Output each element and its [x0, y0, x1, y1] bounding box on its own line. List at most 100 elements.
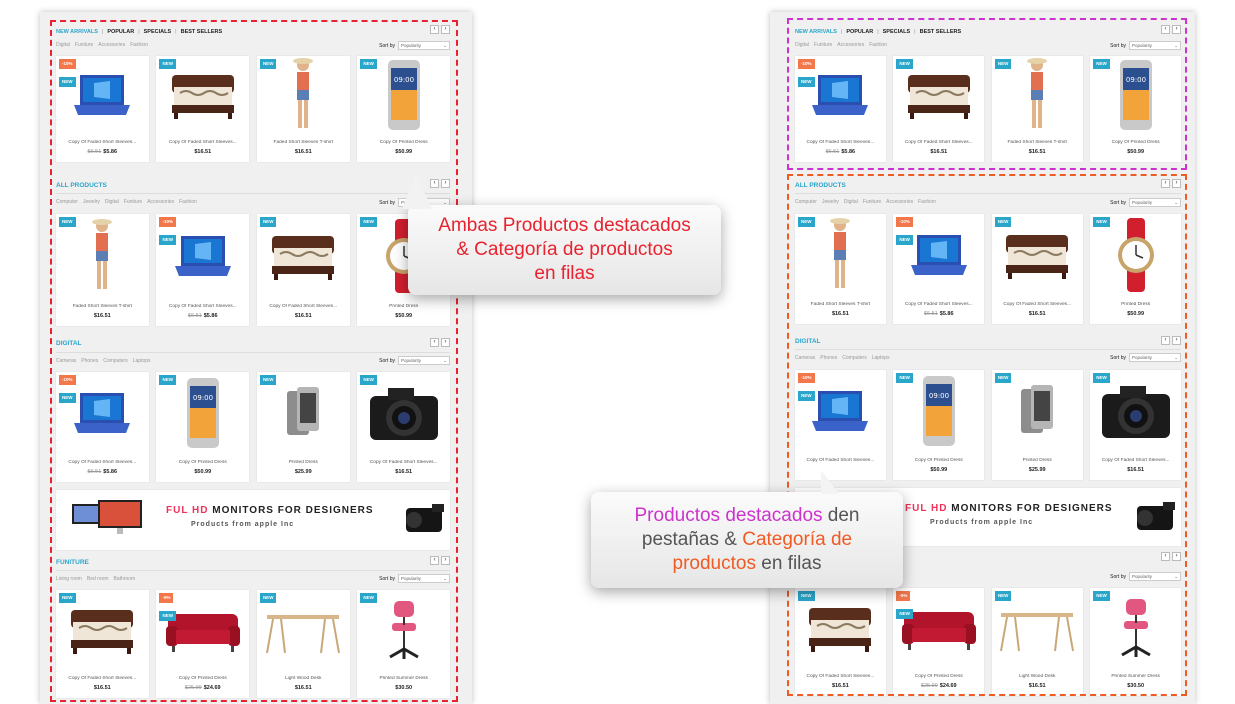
- product-name[interactable]: Copy Of Faded Short Sleeves...: [56, 676, 149, 681]
- product-card[interactable]: NEW Faded Short Sleeves T-shirt $16.51: [256, 56, 350, 162]
- prev-arrow-icon[interactable]: ‹: [1161, 25, 1170, 34]
- product-card[interactable]: -5% NEW Copy Of Printed Dress $25.99 $24.69: [893, 588, 985, 696]
- category-link[interactable]: Computers: [103, 358, 127, 364]
- next-arrow-icon[interactable]: ›: [1172, 552, 1181, 561]
- tab-specials[interactable]: SPECIALS: [883, 29, 911, 35]
- product-card[interactable]: NEW Printed Dress $50.99: [1090, 214, 1181, 324]
- sort-select[interactable]: Popularity ⌄: [398, 356, 450, 365]
- category-link[interactable]: Computer: [56, 199, 78, 205]
- product-card[interactable]: -10% NEW Copy Of Faded Short Sleeves...: [795, 370, 886, 480]
- product-name[interactable]: Copy Of Faded Short Sleeves...: [795, 140, 886, 145]
- product-card[interactable]: NEW Copy Of Faded Short Sleeves... $16.51: [991, 214, 1083, 324]
- category-link[interactable]: Accessories: [837, 42, 864, 48]
- section-title[interactable]: DIGITAL: [795, 338, 821, 345]
- product-card[interactable]: NEW Copy Of Faded Short Sleeves... $16.51: [893, 56, 985, 162]
- next-arrow-icon[interactable]: ›: [441, 179, 450, 188]
- category-link[interactable]: Bed room: [87, 576, 109, 582]
- category-link[interactable]: Fashion: [130, 42, 148, 48]
- product-name[interactable]: Printed Summer Dress: [357, 676, 450, 681]
- section-title[interactable]: ALL PRODUCTS: [56, 182, 107, 189]
- product-card[interactable]: -10% NEW Copy Of Faded Short Sleeves... $6.…: [795, 56, 886, 162]
- product-card[interactable]: -5% NEW Copy Of Printed Dress $25.99 $24.69: [156, 590, 250, 698]
- product-card[interactable]: NEW Printed Summer Dress $30.50: [357, 590, 450, 698]
- sort-select[interactable]: Popularity ⌄: [1129, 572, 1181, 581]
- product-card[interactable]: NEW Printed Dress $25.99: [256, 372, 350, 482]
- sort-select[interactable]: Popularity ⌄: [1129, 353, 1181, 362]
- category-link[interactable]: Accessories: [147, 199, 174, 205]
- product-name[interactable]: Copy Of Faded Short Sleeves...: [56, 460, 149, 465]
- product-card[interactable]: NEW Copy Of Faded Short Sleeves... $16.51: [795, 588, 886, 696]
- product-name[interactable]: Copy Of Printed Dress: [156, 460, 249, 465]
- product-card[interactable]: NEW Light Wood Desk $16.51: [256, 590, 350, 698]
- product-card[interactable]: 09:00 NEW Copy Of Printed Dress $50.99: [1090, 56, 1181, 162]
- category-link[interactable]: Cameras: [56, 358, 76, 364]
- tab-popular[interactable]: POPULAR: [846, 29, 873, 35]
- product-card[interactable]: NEW Faded Short Sleeves T-shirt $16.51: [795, 214, 886, 324]
- product-name[interactable]: Copy Of Printed Dress: [357, 140, 450, 145]
- category-link[interactable]: Bathroom: [114, 576, 136, 582]
- product-name[interactable]: Printed Dress: [257, 460, 350, 465]
- category-link[interactable]: Accessories: [886, 199, 913, 205]
- tab-specials[interactable]: SPECIALS: [144, 29, 172, 35]
- product-card[interactable]: NEW Light Wood Desk $16.51: [991, 588, 1083, 696]
- category-link[interactable]: Funiture: [124, 199, 142, 205]
- category-link[interactable]: Laptops: [872, 355, 890, 361]
- product-name[interactable]: Light Wood Desk: [992, 674, 1083, 679]
- product-card[interactable]: NEW Printed Dress $25.99: [991, 370, 1083, 480]
- product-card[interactable]: NEW Copy Of Faded Short Sleeves... $16.51: [357, 372, 450, 482]
- category-link[interactable]: Digital: [56, 42, 70, 48]
- product-card[interactable]: -10% NEW Copy Of Faded Short Sleeves... $6.…: [156, 214, 250, 326]
- product-name[interactable]: Copy Of Faded Short Sleeves...: [795, 458, 886, 463]
- product-name[interactable]: Copy Of Printed Dress: [156, 676, 249, 681]
- category-link[interactable]: Phones: [820, 355, 837, 361]
- prev-arrow-icon[interactable]: ‹: [1161, 179, 1170, 188]
- sort-select[interactable]: Popularity ⌄: [1129, 198, 1181, 207]
- product-name[interactable]: Copy Of Faded Short Sleeves...: [992, 302, 1083, 307]
- category-link[interactable]: Funiture: [863, 199, 881, 205]
- product-name[interactable]: Copy Of Faded Short Sleeves...: [893, 140, 984, 145]
- category-link[interactable]: Cameras: [795, 355, 815, 361]
- category-link[interactable]: Fashion: [918, 199, 936, 205]
- section-title[interactable]: ALL PRODUCTS: [795, 182, 846, 189]
- product-card[interactable]: 09:00 NEW Copy Of Printed Dress $50.99: [357, 56, 450, 162]
- product-name[interactable]: Faded Short Sleeves T-shirt: [992, 140, 1083, 145]
- tab-new-arrivals[interactable]: NEW ARRIVALS: [795, 29, 837, 35]
- promo-banner[interactable]: FUL HD MONITORS FOR DESIGNERS Products fr…: [56, 490, 450, 550]
- product-card[interactable]: -10% NEW Copy Of Faded Short Sleeves... $6.…: [893, 214, 985, 324]
- product-name[interactable]: Faded Short Sleeves T-shirt: [56, 304, 149, 309]
- product-name[interactable]: Copy Of Faded Short Sleeves...: [56, 140, 149, 145]
- product-card[interactable]: NEW Copy Of Faded Short Sleeves... $16.51: [56, 590, 149, 698]
- product-card[interactable]: NEW Faded Short Sleeves T-shirt $16.51: [56, 214, 149, 326]
- category-link[interactable]: Fashion: [869, 42, 887, 48]
- category-link[interactable]: Jewelry: [83, 199, 100, 205]
- product-name[interactable]: Printed Summer Dress: [1090, 674, 1181, 679]
- product-card[interactable]: NEW Copy Of Faded Short Sleeves... $16.51: [156, 56, 250, 162]
- product-card[interactable]: NEW Printed Summer Dress $30.50: [1090, 588, 1181, 696]
- product-card[interactable]: 09:00 NEW Copy Of Printed Dress $50.99: [156, 372, 250, 482]
- sort-select[interactable]: Popularity ⌄: [398, 41, 450, 50]
- next-arrow-icon[interactable]: ›: [1172, 25, 1181, 34]
- category-link[interactable]: Digital: [795, 42, 809, 48]
- prev-arrow-icon[interactable]: ‹: [1161, 336, 1170, 345]
- product-name[interactable]: Faded Short Sleeves T-shirt: [257, 140, 350, 145]
- product-name[interactable]: Copy Of Faded Short Sleeves...: [795, 674, 886, 679]
- category-link[interactable]: Funiture: [814, 42, 832, 48]
- product-card[interactable]: NEW Copy Of Faded Short Sleeves... $16.51: [1090, 370, 1181, 480]
- product-name[interactable]: Light Wood Desk: [257, 676, 350, 681]
- section-title[interactable]: FUNITURE: [56, 559, 89, 566]
- category-link[interactable]: Living room: [56, 576, 82, 582]
- prev-arrow-icon[interactable]: ‹: [430, 179, 439, 188]
- category-link[interactable]: Digital: [105, 199, 119, 205]
- product-name[interactable]: Copy Of Faded Short Sleeves...: [156, 140, 249, 145]
- product-name[interactable]: Copy Of Faded Short Sleeves...: [357, 460, 450, 465]
- category-link[interactable]: Computers: [842, 355, 866, 361]
- tab-popular[interactable]: POPULAR: [107, 29, 134, 35]
- sort-select[interactable]: Popularity ⌄: [398, 574, 450, 583]
- product-name[interactable]: Copy Of Faded Short Sleeves...: [156, 304, 249, 309]
- product-name[interactable]: Copy Of Printed Dress: [1090, 140, 1181, 145]
- product-card[interactable]: NEW Copy Of Faded Short Sleeves... $16.51: [256, 214, 350, 326]
- product-name[interactable]: Copy Of Faded Short Sleeves...: [257, 304, 350, 309]
- category-link[interactable]: Jewelry: [822, 199, 839, 205]
- product-name[interactable]: Copy Of Faded Short Sleeves...: [1090, 458, 1181, 463]
- product-name[interactable]: Printed Dress: [1090, 302, 1181, 307]
